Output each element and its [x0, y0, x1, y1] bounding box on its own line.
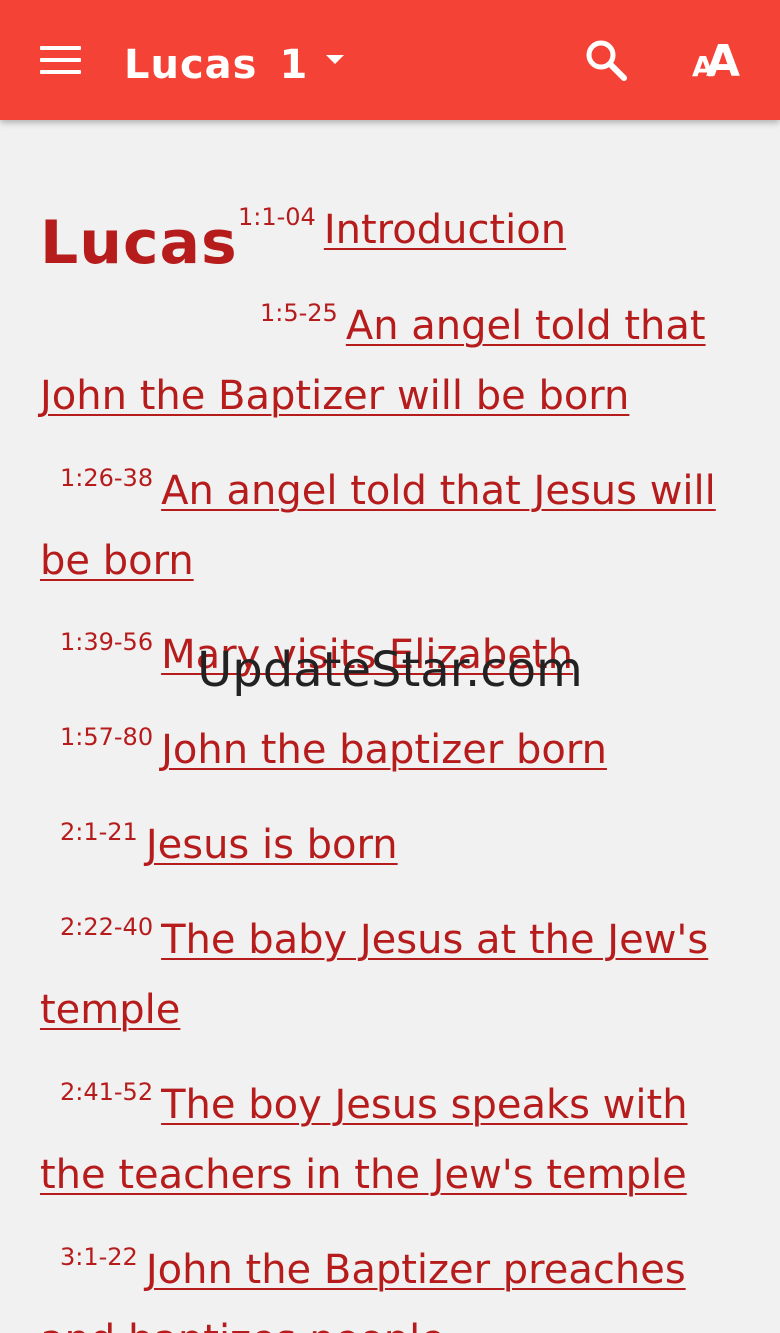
book-chapter-selector[interactable]: Lucas 1 — [124, 38, 345, 92]
menu-button[interactable] — [30, 30, 90, 90]
search-icon — [586, 40, 627, 81]
font-size-button[interactable]: A A — [688, 30, 752, 90]
book-name: Lucas — [124, 42, 258, 88]
section-entry: 3:1-22John the Baptizer preaches and bap… — [40, 1222, 755, 1333]
section-link[interactable]: John the baptizer born — [161, 727, 607, 773]
section-link[interactable]: An angel told that John the Baptizer wil… — [40, 303, 706, 419]
chapter-number: 1 — [279, 42, 309, 88]
verse-ref: 1:1-04 — [238, 203, 316, 231]
section-entry: 1:26-38 An angel told that Jesus will be … — [40, 443, 755, 596]
font-size-icon: A A — [692, 36, 740, 87]
verse-ref: 1:5-25 — [260, 299, 338, 327]
chapter-content: Lucas 1:1-04 Introduction 1:5-25 An angel … — [0, 120, 780, 1333]
svg-text:A: A — [706, 36, 740, 87]
section-entry: 1:57-80 John the baptizer born — [40, 702, 755, 785]
app-bar: Lucas 1 A A — [0, 0, 780, 120]
section-entry: 2:1-21 Jesus is born — [40, 797, 755, 880]
verse-ref: 1:26-38 — [60, 464, 154, 492]
section-entry: 1:5-25 An angel told that John the Baptiz… — [40, 278, 755, 431]
section-link[interactable]: Introduction — [324, 207, 566, 253]
section-entry: 2:22-40 The baby Jesus at the Jew's templ… — [40, 892, 755, 1045]
section-entry: 1:1-04 Introduction — [238, 182, 758, 265]
verse-ref: 3:1-22 — [60, 1243, 138, 1271]
verse-ref: 2:22-40 — [60, 913, 154, 941]
dropdown-caret-icon — [326, 54, 345, 64]
book-heading: Lucas — [40, 208, 238, 278]
verse-ref: 1:57-80 — [60, 723, 154, 751]
verse-ref: 2:1-21 — [60, 818, 138, 846]
verse-ref: 2:41-52 — [60, 1078, 154, 1106]
search-button[interactable] — [580, 34, 632, 86]
section-link[interactable]: Jesus is born — [146, 822, 398, 868]
watermark: UpdateStar.com — [197, 642, 583, 698]
section-entry: 2:41-52 The boy Jesus speaks with the tea… — [40, 1057, 755, 1210]
